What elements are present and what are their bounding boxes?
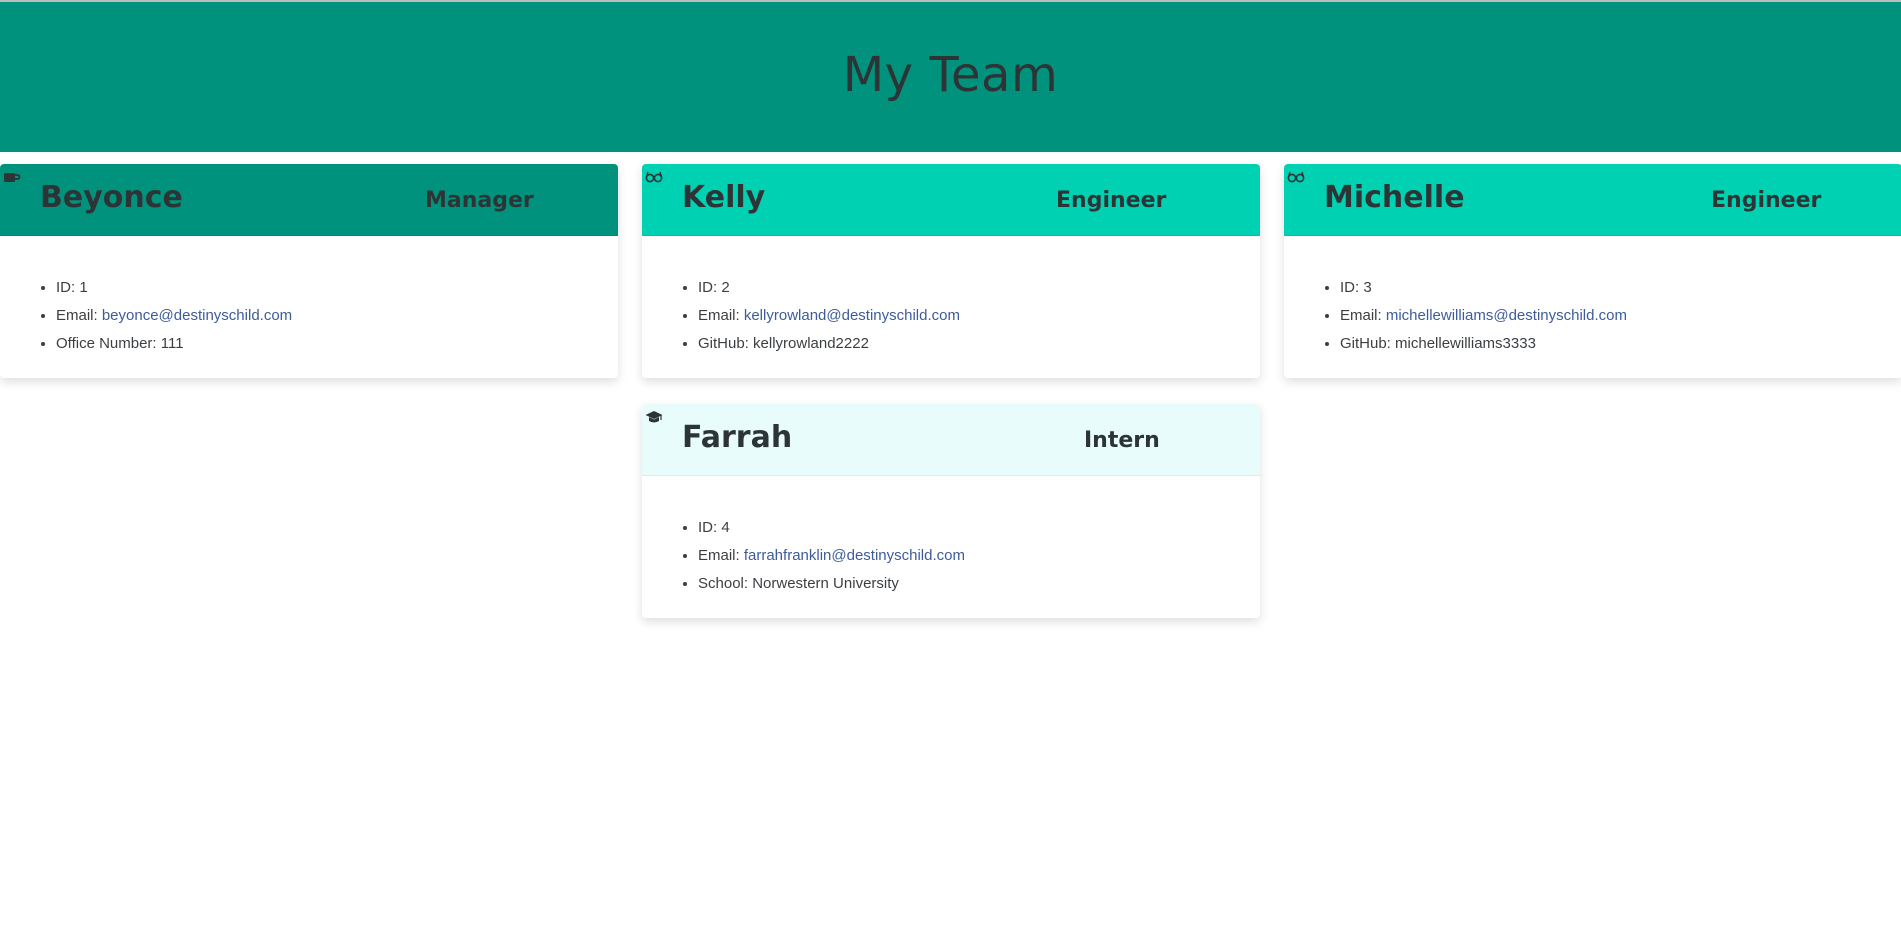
member-email-item: Email: michellewilliams@destinyschild.co… [1340,302,1901,330]
member-name: Michelle [1324,180,1465,215]
member-id: ID: 2 [698,274,1260,302]
member-role: Engineer [1056,188,1167,213]
member-github: GitHub: kellyrowland2222 [698,330,1260,358]
team-card-intern: Farrah Intern ID: 4 Email: farrahfrankli… [642,404,1260,618]
team-card-manager: Beyonce Manager ID: 1 Email: beyonce@des… [0,164,618,378]
team-card-engineer: Kelly Engineer ID: 2 Email: kellyrowland… [642,164,1260,378]
member-name: Beyonce [40,180,183,215]
card-body: ID: 1 Email: beyonce@destinyschild.com O… [0,236,618,378]
member-details-list: ID: 3 Email: michellewilliams@destinysch… [1284,274,1901,358]
page-title: My Team [842,47,1059,103]
email-label: Email: [698,307,744,324]
page-header: My Team [0,2,1901,152]
card-header: Beyonce Manager [0,164,618,236]
member-school: School: Norwestern University [698,570,1260,598]
member-role: Intern [1084,428,1160,453]
email-link[interactable]: beyonce@destinyschild.com [102,307,292,324]
member-id: ID: 1 [56,274,618,302]
graduation-cap-icon [645,411,663,423]
card-header: Kelly Engineer [642,164,1260,236]
glasses-icon [1287,171,1305,183]
member-email-item: Email: kellyrowland@destinyschild.com [698,302,1260,330]
team-card-engineer: Michelle Engineer ID: 3 Email: michellew… [1284,164,1901,378]
email-link[interactable]: farrahfranklin@destinyschild.com [744,547,965,564]
member-details-list: ID: 4 Email: farrahfranklin@destinyschil… [642,514,1260,598]
card-body: ID: 3 Email: michellewilliams@destinysch… [1284,236,1901,378]
member-role: Engineer [1711,188,1822,213]
card-header: Michelle Engineer [1284,164,1901,236]
email-link[interactable]: michellewilliams@destinyschild.com [1386,307,1627,324]
member-details-list: ID: 2 Email: kellyrowland@destinyschild.… [642,274,1260,358]
email-link[interactable]: kellyrowland@destinyschild.com [744,307,960,324]
member-github: GitHub: michellewilliams3333 [1340,330,1901,358]
member-name: Kelly [682,180,766,215]
email-label: Email: [698,547,744,564]
email-label: Email: [1340,307,1386,324]
card-body: ID: 2 Email: kellyrowland@destinyschild.… [642,236,1260,378]
member-name: Farrah [682,420,793,455]
coffee-mug-icon [4,173,21,182]
card-body: ID: 4 Email: farrahfranklin@destinyschil… [642,476,1260,618]
member-office-number: Office Number: 111 [56,330,618,358]
card-header: Farrah Intern [642,404,1260,476]
member-id: ID: 4 [698,514,1260,542]
member-email-item: Email: beyonce@destinyschild.com [56,302,618,330]
email-label: Email: [56,307,102,324]
glasses-icon [645,171,663,183]
member-role: Manager [425,188,534,213]
member-id: ID: 3 [1340,274,1901,302]
member-email-item: Email: farrahfranklin@destinyschild.com [698,542,1260,570]
member-details-list: ID: 1 Email: beyonce@destinyschild.com O… [0,274,618,358]
